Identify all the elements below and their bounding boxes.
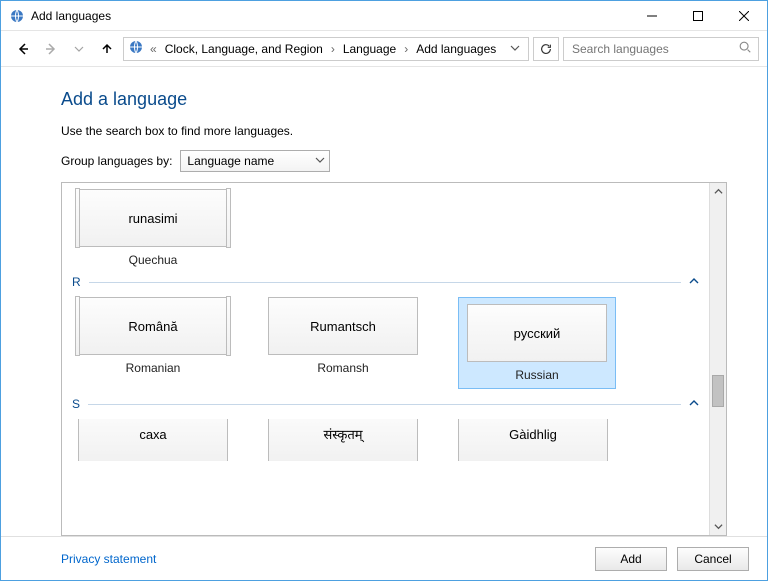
language-tile-face: Gàidhlig bbox=[458, 419, 608, 461]
recent-locations-button[interactable] bbox=[67, 37, 91, 61]
language-group-r-items: Română Romanian Rumantsch Romansh русски… bbox=[72, 297, 699, 389]
app-icon bbox=[9, 8, 25, 24]
window-title: Add languages bbox=[31, 9, 111, 23]
group-by-row: Group languages by: Language name bbox=[61, 150, 727, 172]
language-english-name: Romanian bbox=[126, 361, 181, 375]
language-native-name: Gàidhlig bbox=[509, 427, 557, 442]
language-tile-scottish-gaelic[interactable]: Gàidhlig bbox=[458, 419, 608, 461]
language-english-name: Russian bbox=[515, 368, 558, 382]
navbar: « Clock, Language, and Region › Language… bbox=[1, 31, 767, 67]
page-subtext: Use the search box to find more language… bbox=[61, 124, 727, 138]
content-area: Add a language Use the search box to fin… bbox=[1, 67, 767, 536]
titlebar: Add languages bbox=[1, 1, 767, 31]
language-group-q-items: runasimi Quechua bbox=[72, 189, 699, 267]
add-button-label: Add bbox=[620, 552, 641, 566]
group-by-value: Language name bbox=[187, 154, 274, 168]
language-tile-quechua[interactable]: runasimi Quechua bbox=[78, 189, 228, 267]
language-english-name: Quechua bbox=[129, 253, 178, 267]
language-native-name: संस्कृतम् bbox=[323, 425, 362, 443]
search-box[interactable] bbox=[563, 37, 759, 61]
section-letter: R bbox=[72, 275, 81, 289]
search-icon bbox=[738, 40, 752, 57]
cancel-button[interactable]: Cancel bbox=[677, 547, 749, 571]
breadcrumb-item[interactable]: Clock, Language, and Region bbox=[163, 42, 325, 56]
group-by-label: Group languages by: bbox=[61, 154, 172, 168]
up-button[interactable] bbox=[95, 37, 119, 61]
language-tile-sanskrit[interactable]: संस्कृतम् bbox=[268, 419, 418, 461]
language-english-name: Romansh bbox=[317, 361, 368, 375]
language-list-viewport: runasimi Quechua R Română Romanian bbox=[62, 183, 709, 535]
language-tile-sakha[interactable]: саха bbox=[78, 419, 228, 461]
language-tile-face: संस्कृतम् bbox=[268, 419, 418, 461]
section-header-s[interactable]: S bbox=[72, 397, 699, 411]
section-divider bbox=[88, 404, 681, 405]
minimize-button[interactable] bbox=[629, 1, 675, 31]
back-button[interactable] bbox=[11, 37, 35, 61]
language-native-name: русский bbox=[514, 326, 561, 341]
group-by-dropdown[interactable]: Language name bbox=[180, 150, 330, 172]
language-tile-russian[interactable]: русский Russian bbox=[458, 297, 616, 389]
language-tile-face: саха bbox=[78, 419, 228, 461]
language-tile-face: Română bbox=[78, 297, 228, 355]
search-input[interactable] bbox=[570, 41, 732, 57]
scrollbar[interactable] bbox=[709, 183, 726, 535]
cancel-button-label: Cancel bbox=[694, 552, 731, 566]
language-tile-romanian[interactable]: Română Romanian bbox=[78, 297, 228, 389]
address-dropdown-button[interactable] bbox=[506, 42, 524, 56]
page-heading: Add a language bbox=[61, 89, 727, 110]
maximize-button[interactable] bbox=[675, 1, 721, 31]
language-group-s-items: саха संस्कृतम् Gàidhlig bbox=[72, 419, 699, 461]
language-tile-face: русский bbox=[467, 304, 607, 362]
chevron-down-icon bbox=[315, 154, 325, 168]
bottom-bar: Privacy statement Add Cancel bbox=[1, 536, 767, 580]
scroll-track[interactable] bbox=[710, 200, 726, 518]
language-native-name: Română bbox=[128, 319, 177, 334]
address-bar[interactable]: « Clock, Language, and Region › Language… bbox=[123, 37, 529, 61]
breadcrumb-item[interactable]: Add languages bbox=[414, 42, 498, 56]
add-button[interactable]: Add bbox=[595, 547, 667, 571]
language-list: runasimi Quechua R Română Romanian bbox=[61, 182, 727, 536]
section-letter: S bbox=[72, 397, 80, 411]
language-tile-face: Rumantsch bbox=[268, 297, 418, 355]
language-native-name: runasimi bbox=[128, 211, 177, 226]
section-divider bbox=[89, 282, 681, 283]
scroll-thumb[interactable] bbox=[712, 375, 724, 407]
control-panel-icon bbox=[128, 39, 144, 58]
refresh-button[interactable] bbox=[533, 37, 559, 61]
forward-button[interactable] bbox=[39, 37, 63, 61]
chevron-right-icon: › bbox=[402, 42, 410, 56]
scroll-down-button[interactable] bbox=[710, 518, 726, 535]
close-button[interactable] bbox=[721, 1, 767, 31]
language-tile-face: runasimi bbox=[78, 189, 228, 247]
breadcrumb-item[interactable]: Language bbox=[341, 42, 398, 56]
chevron-up-icon bbox=[689, 397, 699, 411]
section-header-r[interactable]: R bbox=[72, 275, 699, 289]
privacy-link[interactable]: Privacy statement bbox=[61, 552, 156, 566]
scroll-up-button[interactable] bbox=[710, 183, 726, 200]
chevron-right-icon: « bbox=[148, 42, 159, 56]
language-native-name: Rumantsch bbox=[310, 319, 376, 334]
chevron-up-icon bbox=[689, 275, 699, 289]
language-native-name: саха bbox=[139, 427, 166, 442]
chevron-right-icon: › bbox=[329, 42, 337, 56]
language-tile-romansh[interactable]: Rumantsch Romansh bbox=[268, 297, 418, 389]
